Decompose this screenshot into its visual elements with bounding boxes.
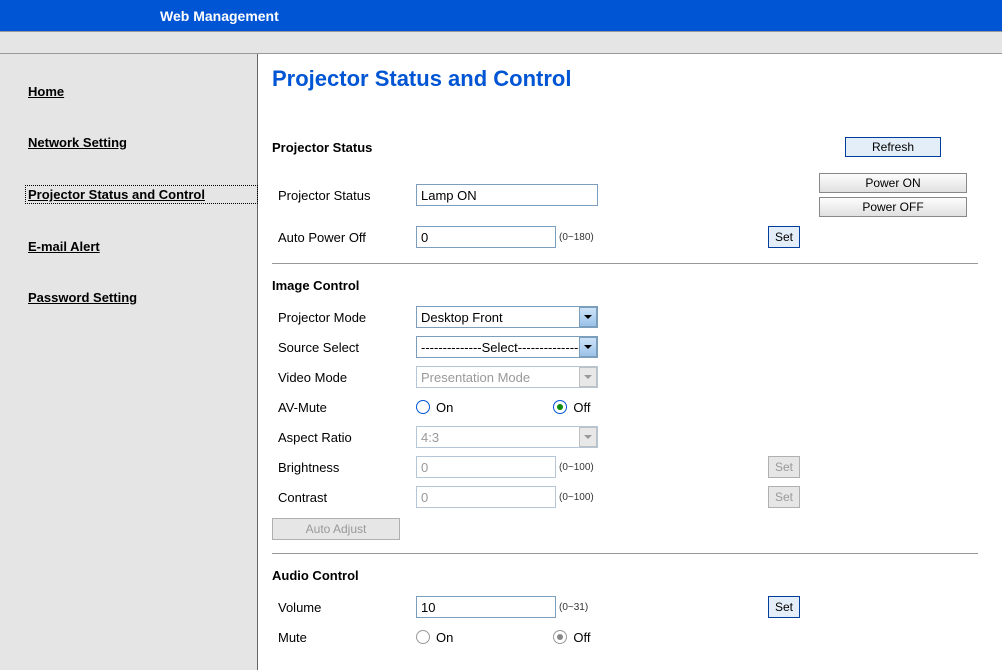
auto-power-off-range: (0~180) [559, 232, 594, 243]
auto-power-off-set-button[interactable]: Set [768, 226, 800, 248]
section-status-heading: Projector Status [272, 140, 808, 155]
av-mute-label: AV-Mute [272, 400, 416, 415]
mute-off-radio: Off [553, 630, 590, 645]
chevron-down-icon [579, 367, 597, 387]
projector-status-value [416, 184, 598, 206]
aspect-ratio-select: 4:3 [416, 426, 598, 448]
chevron-down-icon [579, 427, 597, 447]
av-mute-off-radio[interactable]: Off [553, 400, 590, 415]
sidebar-item-password-setting[interactable]: Password Setting [28, 290, 257, 305]
mute-on-radio: On [416, 630, 453, 645]
sidebar-item-network-setting[interactable]: Network Setting [28, 135, 257, 150]
auto-power-off-label: Auto Power Off [272, 230, 416, 245]
volume-input[interactable] [416, 596, 556, 618]
main-content: Projector Status and Control Projector S… [258, 54, 1002, 670]
sidebar: Home Network Setting Projector Status an… [0, 54, 258, 670]
section-image-heading: Image Control [272, 278, 978, 293]
divider [272, 263, 978, 264]
power-on-button[interactable]: Power ON [819, 173, 967, 193]
divider [272, 553, 978, 554]
sidebar-item-home[interactable]: Home [28, 84, 257, 99]
mute-label: Mute [272, 630, 416, 645]
contrast-range: (0~100) [559, 492, 594, 503]
av-mute-on-radio[interactable]: On [416, 400, 453, 415]
projector-mode-label: Projector Mode [272, 310, 416, 325]
chevron-down-icon [579, 337, 597, 357]
power-off-button[interactable]: Power OFF [819, 197, 967, 217]
brightness-set-button: Set [768, 456, 800, 478]
chevron-down-icon [579, 307, 597, 327]
app-title: Web Management [160, 8, 279, 24]
brightness-label: Brightness [272, 460, 416, 475]
video-mode-select: Presentation Mode [416, 366, 598, 388]
page-title: Projector Status and Control [272, 66, 978, 92]
refresh-button[interactable]: Refresh [845, 137, 941, 157]
aspect-ratio-label: Aspect Ratio [272, 430, 416, 445]
volume-range: (0~31) [559, 602, 588, 613]
source-select[interactable]: --------------Select--------------- [416, 336, 598, 358]
source-select-label: Source Select [272, 340, 416, 355]
contrast-input [416, 486, 556, 508]
projector-mode-select[interactable]: Desktop Front [416, 306, 598, 328]
volume-set-button[interactable]: Set [768, 596, 800, 618]
brightness-range: (0~100) [559, 462, 594, 473]
projector-status-label: Projector Status [272, 188, 416, 203]
section-audio-heading: Audio Control [272, 568, 978, 583]
sidebar-item-email-alert[interactable]: E-mail Alert [28, 239, 257, 254]
auto-power-off-input[interactable] [416, 226, 556, 248]
contrast-set-button: Set [768, 486, 800, 508]
sub-header-bar [0, 32, 1002, 54]
contrast-label: Contrast [272, 490, 416, 505]
sidebar-item-projector-status[interactable]: Projector Status and Control [26, 186, 257, 203]
brightness-input [416, 456, 556, 478]
auto-adjust-button: Auto Adjust [272, 518, 400, 540]
app-header: Web Management [0, 0, 1002, 32]
video-mode-label: Video Mode [272, 370, 416, 385]
volume-label: Volume [272, 600, 416, 615]
